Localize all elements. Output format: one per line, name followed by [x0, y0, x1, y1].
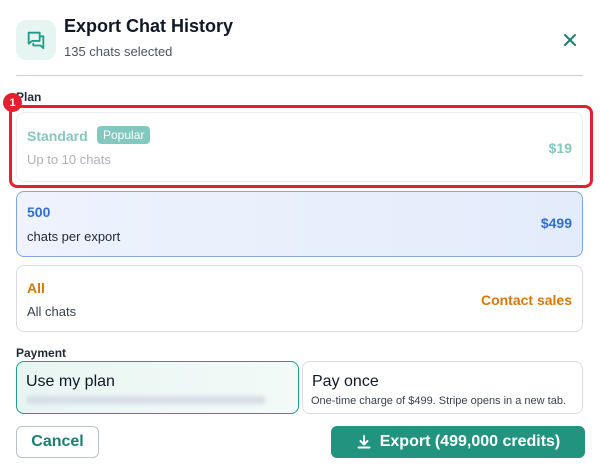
plan-name: 500 [27, 204, 51, 220]
dialog-title: Export Chat History [64, 16, 234, 36]
payment-section-label: Payment [16, 346, 67, 360]
plan-card-all[interactable]: All All chats Contact sales [16, 265, 583, 332]
export-button[interactable]: Export (499,000 credits) [331, 426, 585, 458]
annotation-marker: 1 [3, 93, 22, 112]
contact-sales-link[interactable]: Contact sales [481, 292, 572, 308]
plan-price: $499 [540, 215, 572, 231]
export-label: Export (499,000 credits) [379, 433, 561, 450]
payment-option-use-my-plan[interactable]: Use my plan [16, 361, 299, 414]
cancel-button[interactable]: Cancel [16, 426, 99, 458]
payment-option-title: Pay once [312, 373, 379, 390]
popular-badge: Popular [97, 126, 151, 144]
download-icon [357, 435, 371, 449]
payment-option-title: Use my plan [26, 373, 115, 390]
plan-card-500[interactable]: 500 chats per export $499 [16, 191, 583, 257]
header-divider [16, 75, 583, 76]
plan-name: All [27, 280, 45, 296]
export-dialog: Export Chat History 135 chats selected P… [0, 0, 600, 475]
plan-price: $19 [548, 140, 572, 156]
payment-option-pay-once[interactable]: Pay once One-time charge of $499. Stripe… [302, 361, 583, 414]
plan-name: Standard [27, 128, 88, 144]
plan-card-standard[interactable]: Standard Popular Up to 10 chats $19 [16, 112, 583, 182]
plan-description: All chats [27, 304, 77, 319]
plan-description: chats per export [27, 229, 121, 244]
plan-description: Up to 10 chats [27, 152, 111, 167]
dialog-subtitle: 135 chats selected [64, 44, 173, 59]
redacted-plan-details [26, 396, 266, 404]
close-icon[interactable] [558, 28, 582, 52]
payment-option-note: One-time charge of $499. Stripe opens in… [311, 395, 566, 407]
chat-bubbles-icon [16, 20, 56, 60]
